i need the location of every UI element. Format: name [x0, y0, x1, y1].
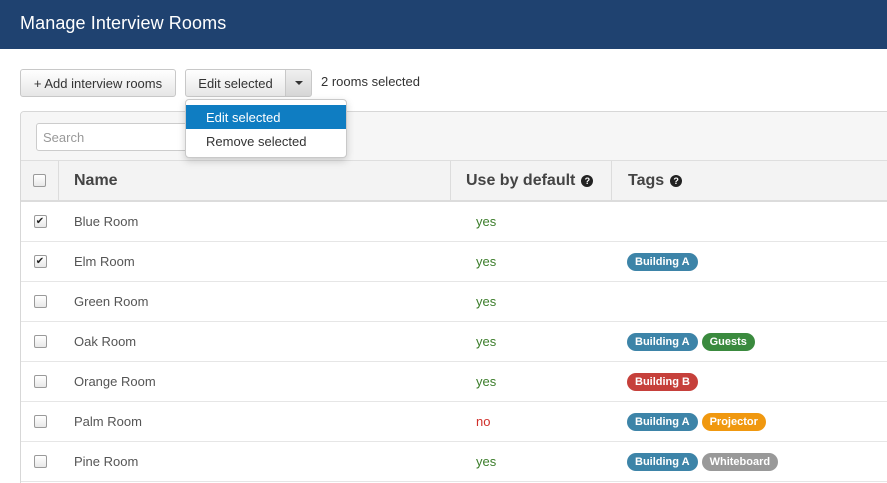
table-row[interactable]: ✔ Elm Room yes Building A: [21, 242, 887, 282]
use-by-default-value: yes: [476, 454, 497, 469]
row-checkbox[interactable]: [33, 455, 47, 468]
page-title: Manage Interview Rooms: [20, 13, 227, 33]
row-checkbox[interactable]: [33, 415, 47, 428]
use-by-default-value: no: [476, 414, 491, 429]
tag-badge: Building A: [627, 332, 698, 351]
tags-cell: Building B: [612, 362, 887, 401]
table-row[interactable]: Palm Room no Building A Projector: [21, 402, 887, 442]
column-header-tags-label: Tags: [628, 171, 665, 189]
tag-badge: Building A: [627, 452, 698, 471]
tag-badge: Guests: [701, 332, 755, 351]
table-header: Name Use by default ? Tags ?: [21, 161, 887, 202]
tags-cell: Building A Whiteboard: [612, 442, 887, 481]
column-header-default-label: Use by default: [466, 171, 576, 189]
edit-selected-button[interactable]: Edit selected: [185, 69, 286, 97]
tags-cell: [612, 202, 887, 241]
edit-dropdown-toggle[interactable]: [285, 69, 312, 97]
add-interview-rooms-button[interactable]: + Add interview rooms: [20, 69, 176, 97]
tags-cell: Building A Projector: [612, 402, 887, 441]
use-by-default-value: yes: [476, 334, 497, 349]
row-checkbox[interactable]: [33, 335, 47, 348]
column-header-default[interactable]: Use by default ?: [451, 161, 612, 200]
table-row[interactable]: Green Room yes: [21, 282, 887, 322]
row-checkbox-cell: [21, 282, 59, 321]
use-by-default-value: yes: [476, 294, 497, 309]
row-checkbox[interactable]: ✔: [33, 255, 47, 268]
column-header-tags[interactable]: Tags ?: [612, 161, 887, 200]
tag-badge: Whiteboard: [701, 452, 779, 471]
tag-badge: Building B: [627, 372, 698, 391]
panel-toolbar: [21, 112, 887, 161]
search-input[interactable]: [36, 123, 196, 151]
row-checkbox-cell: [21, 442, 59, 481]
selection-count: 2 rooms selected: [321, 74, 420, 89]
dropdown-item-remove-selected[interactable]: Remove selected: [186, 129, 346, 153]
room-name: Palm Room: [74, 414, 142, 429]
caret-down-icon: [294, 81, 303, 85]
header-checkbox-cell: [21, 161, 59, 200]
row-checkbox-cell: ✔: [21, 202, 59, 241]
column-header-name-label: Name: [74, 171, 118, 189]
table-body: ✔ Blue Room yes ✔ Elm Room yes Building A Green…: [21, 202, 887, 482]
row-checkbox-cell: [21, 322, 59, 361]
use-by-default-value: yes: [476, 374, 497, 389]
row-checkbox-cell: [21, 402, 59, 441]
select-all-checkbox[interactable]: [33, 174, 46, 187]
help-icon[interactable]: ?: [581, 174, 594, 187]
row-checkbox[interactable]: ✔: [33, 215, 47, 228]
row-checkbox-cell: [21, 362, 59, 401]
table-row[interactable]: Oak Room yes Building A Guests: [21, 322, 887, 362]
row-checkbox-cell: ✔: [21, 242, 59, 281]
edit-dropdown-menu: Edit selected Remove selected: [185, 99, 347, 158]
room-name: Orange Room: [74, 374, 156, 389]
rooms-panel: Name Use by default ? Tags ? ✔ Blue Room y…: [20, 111, 887, 483]
table-row[interactable]: ✔ Blue Room yes: [21, 202, 887, 242]
tag-badge: Projector: [701, 412, 766, 431]
room-name: Blue Room: [74, 214, 139, 229]
room-name: Pine Room: [74, 454, 139, 469]
use-by-default-value: yes: [476, 254, 497, 269]
table-row[interactable]: Orange Room yes Building B: [21, 362, 887, 402]
tag-badge: Building A: [627, 252, 698, 271]
tag-badge: Building A: [627, 412, 698, 431]
tags-cell: Building A Guests: [612, 322, 887, 361]
dropdown-item-edit-selected[interactable]: Edit selected: [186, 105, 346, 129]
room-name: Oak Room: [74, 334, 137, 349]
table-row[interactable]: Pine Room yes Building A Whiteboard: [21, 442, 887, 482]
room-name: Elm Room: [74, 254, 135, 269]
use-by-default-value: yes: [476, 214, 497, 229]
row-checkbox[interactable]: [33, 295, 47, 308]
room-name: Green Room: [74, 294, 149, 309]
app-header: Manage Interview Rooms: [0, 0, 887, 49]
column-header-name[interactable]: Name: [59, 161, 451, 200]
help-icon[interactable]: ?: [670, 174, 683, 187]
tags-cell: Building A: [612, 242, 887, 281]
row-checkbox[interactable]: [33, 375, 47, 388]
tags-cell: [612, 282, 887, 321]
